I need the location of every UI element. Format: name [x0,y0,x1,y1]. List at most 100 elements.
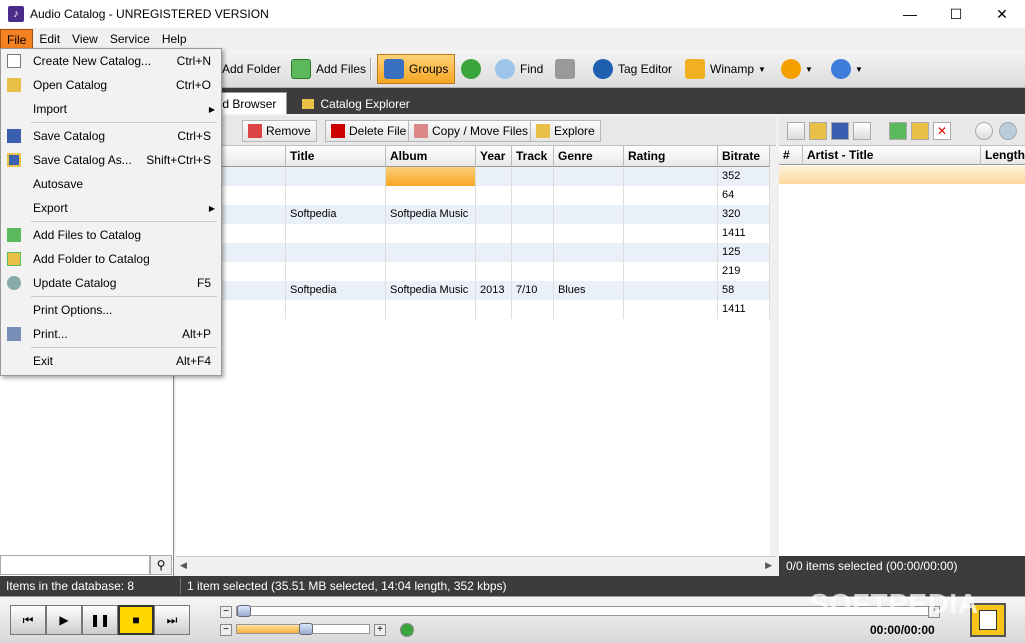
menu-service[interactable]: Service [104,29,156,49]
tab-catalog-explorer[interactable]: Catalog Explorer [291,92,421,114]
column-header[interactable]: Bitrate [718,146,770,167]
table-cell [386,243,476,262]
table-cell [286,300,386,319]
seek-knob[interactable] [237,605,251,617]
winamp-button[interactable]: Winamp ▼ [678,54,773,84]
column-header[interactable]: Album [386,146,476,167]
menu-item-create-new-catalog[interactable]: Create New Catalog... Ctrl+N [1,50,221,72]
volume-slider[interactable] [236,623,370,635]
tools-button[interactable] [550,54,580,84]
previous-button[interactable]: ⏮ [10,605,46,635]
tag-editor-button[interactable]: Tag Editor [586,54,679,84]
aimp-button[interactable]: ▼ [774,54,820,84]
column-header[interactable]: Rating [624,146,718,167]
menu-item-open-catalog[interactable]: Open Catalog Ctrl+O [1,74,221,96]
column-header[interactable]: # [779,146,803,165]
menu-item-exit[interactable]: Exit Alt+F4 [1,350,221,372]
add-folder-icon [7,252,21,266]
shuffle-icon[interactable] [975,122,993,140]
volume-minus-icon[interactable]: − [220,624,232,636]
menu-item-update-catalog[interactable]: Update Catalog F5 [1,272,221,294]
add-folder-icon[interactable] [911,122,929,140]
menu-item-save-catalog[interactable]: Save Catalog Ctrl+S [1,125,221,147]
menu-view[interactable]: View [66,29,104,49]
groups-button[interactable]: Groups [377,54,456,84]
table-row[interactable]: 642 [176,186,770,205]
next-button[interactable]: ⏭ [154,605,190,635]
menu-item-print-options[interactable]: Print Options... [1,299,221,321]
menu-item-print[interactable]: Print... Alt+P [1,323,221,345]
playlist-pane[interactable]: ✕ # Artist - Title Length [779,116,1025,576]
audio-grid[interactable]: Title Album Year Track Genre Rating Bitr… [176,146,770,556]
table-cell [554,186,624,205]
new-playlist-icon[interactable] [787,122,805,140]
table-row[interactable]: aSoftpediaSoftpedia Music20137/10Blues58… [176,281,770,300]
find-button[interactable]: Find [488,54,550,84]
seek-minus-icon[interactable]: − [220,606,232,618]
add-file-icon[interactable] [889,122,907,140]
tree-search-input[interactable] [0,555,150,575]
menu-item-save-catalog-as[interactable]: Save Catalog As... Shift+Ctrl+S [1,149,221,171]
table-cell [512,262,554,281]
chevron-down-icon[interactable]: ▼ [758,65,766,74]
print-playlist-icon[interactable] [853,122,871,140]
close-icon[interactable]: ✕ [933,122,951,140]
save-playlist-icon[interactable] [831,122,849,140]
copy-move-icon [414,124,428,138]
table-row[interactable]: 14114 [176,300,770,319]
copy-move-files-button[interactable]: Copy / Move Files [408,120,535,142]
table-row[interactable]: 3522 [176,167,770,186]
scroll-right-icon[interactable]: ▶ [765,560,772,571]
menu-item-export[interactable]: Export ▶ [1,197,221,219]
printer-icon [7,327,21,341]
scroll-left-icon[interactable]: ◀ [180,560,187,571]
toolbar-separator [370,58,372,80]
search-icon[interactable]: ⚲ [150,555,172,575]
chevron-down-icon[interactable]: ▼ [855,65,863,74]
minimize-button[interactable]: — [887,0,933,28]
volume-plus-icon[interactable]: + [374,624,386,636]
menu-item-add-folder-to-catalog[interactable]: Add Folder to Catalog [1,248,221,270]
refresh-button[interactable] [456,54,486,84]
chevron-down-icon[interactable]: ▼ [805,65,813,74]
table-row[interactable]: aSoftpediaSoftpedia Music3202 [176,205,770,224]
menu-item-autosave[interactable]: Autosave [1,173,221,195]
media-player-button[interactable]: ▼ [824,54,870,84]
explore-icon [536,124,550,138]
winamp-icon [685,59,705,79]
column-header[interactable]: Track [512,146,554,167]
table-cell [554,167,624,186]
playlist-selected-row[interactable] [779,166,1025,184]
grid-vertical-scrollbar[interactable] [770,146,777,556]
menu-item-add-files-to-catalog[interactable]: Add Files to Catalog [1,224,221,246]
column-header[interactable]: Artist - Title [803,146,981,165]
table-cell [624,167,718,186]
close-button[interactable]: ✕ [979,0,1025,28]
volume-knob[interactable] [299,623,313,635]
pause-button[interactable]: ❚❚ [82,605,118,635]
table-row[interactable]: 2192 [176,262,770,281]
play-button[interactable]: ▶ [46,605,82,635]
delete-file-button[interactable]: Delete File [325,120,413,142]
menu-edit[interactable]: Edit [33,29,66,49]
menu-file[interactable]: File [0,29,34,49]
table-row[interactable]: 14114 [176,224,770,243]
submenu-arrow-icon: ▶ [208,203,215,213]
column-header[interactable]: Length [981,146,1025,165]
menu-item-import[interactable]: Import ▶ [1,98,221,120]
maximize-button[interactable]: ☐ [933,0,979,28]
stop-button[interactable]: ■ [118,605,154,635]
explore-button[interactable]: Explore [530,120,601,142]
column-header[interactable]: Year [476,146,512,167]
column-header[interactable]: Title [286,146,386,167]
table-row[interactable]: 1254 [176,243,770,262]
refresh-icon[interactable] [400,623,414,637]
repeat-icon[interactable] [999,122,1017,140]
remove-button[interactable]: Remove [242,120,317,142]
open-playlist-icon[interactable] [809,122,827,140]
column-header[interactable]: Genre [554,146,624,167]
table-cell [386,167,476,186]
grid-horizontal-scrollbar[interactable]: ◀ ▶ [176,556,776,574]
add-files-button[interactable]: Add Files [284,54,373,84]
menu-help[interactable]: Help [156,29,193,49]
